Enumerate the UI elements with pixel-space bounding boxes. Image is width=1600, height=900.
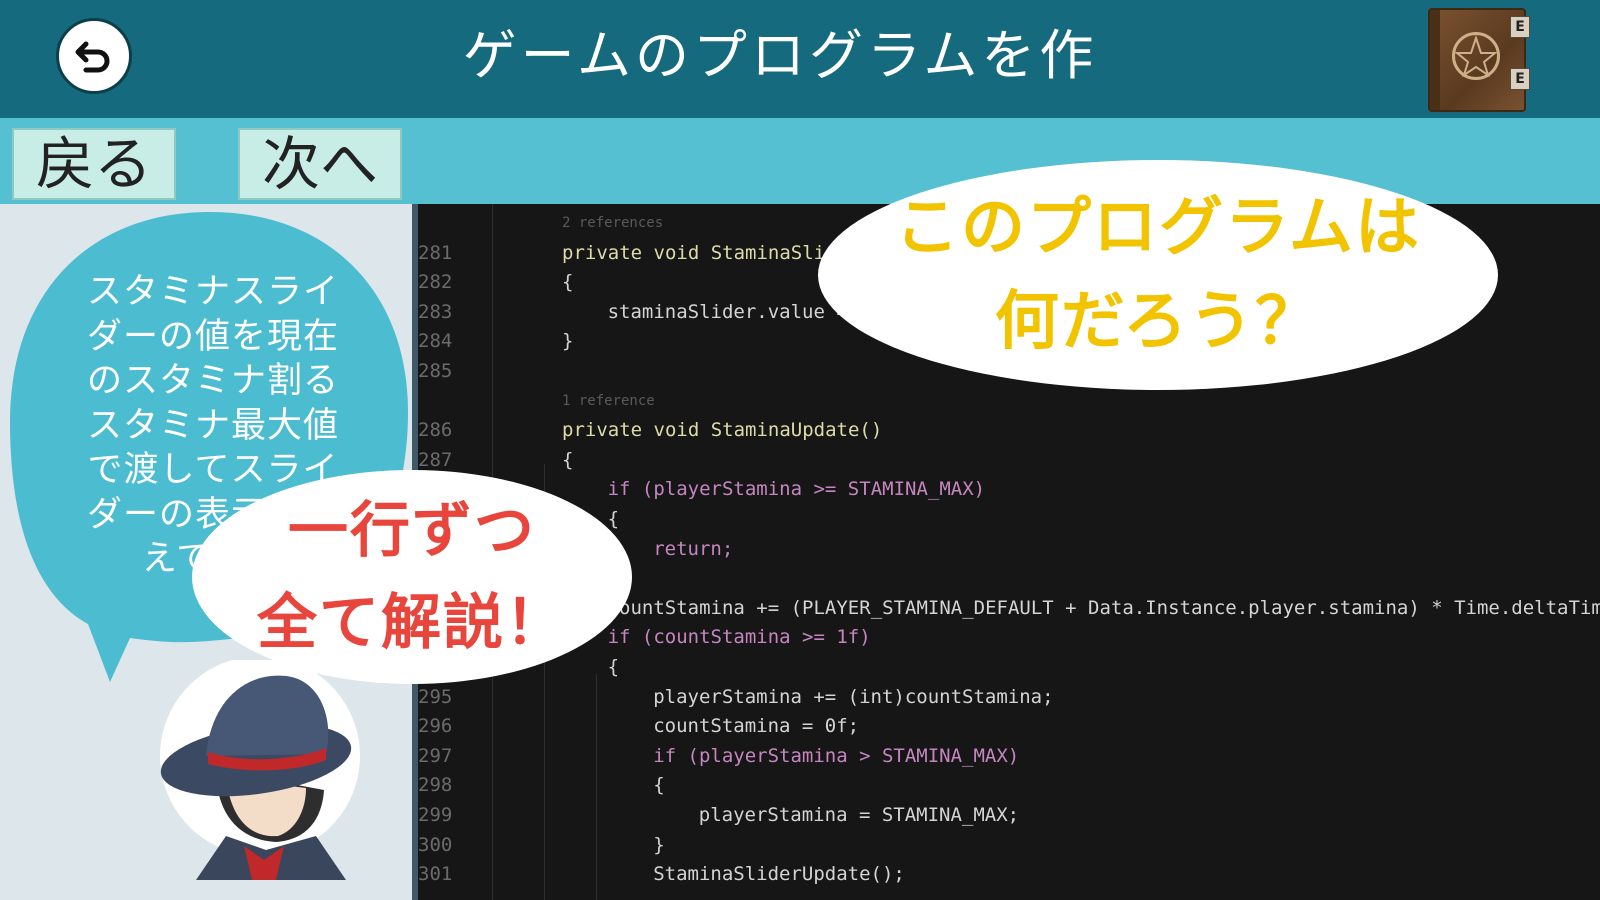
- code-text: {: [653, 774, 665, 797]
- explanation-line: スタミナ最大値: [86, 405, 339, 446]
- next-button[interactable]: 次へ: [238, 128, 402, 200]
- code-line: 286 private void StaminaUpdate(): [418, 415, 1600, 445]
- reference-count: 2 references: [562, 215, 664, 231]
- code-text: playerStamina += (int)countStamina;: [653, 685, 1054, 708]
- code-line: 288if (playerStamina >= STAMINA_MAX): [418, 474, 1600, 504]
- code-text: private void StaminaUpdate(): [562, 419, 883, 442]
- prev-button[interactable]: 戻る: [12, 128, 176, 200]
- code-text: {: [562, 448, 574, 471]
- code-line: 299 playerStamina = STAMINA_MAX;: [418, 800, 1600, 830]
- code-text: }: [562, 330, 574, 353]
- line-number: 297: [418, 744, 453, 767]
- line-number: 299: [418, 804, 453, 826]
- code-text: return;: [653, 537, 734, 560]
- code-text: if (playerStamina >= STAMINA_MAX): [607, 478, 986, 501]
- code-line: 298 {: [418, 770, 1600, 800]
- line-number: 284: [418, 330, 453, 353]
- book-tab: E: [1510, 68, 1530, 90]
- code-text: }: [653, 833, 665, 856]
- undo-arrow-icon: [75, 41, 110, 73]
- callout-line: 全て解説！: [257, 588, 567, 658]
- code-line: 297 if (playerStamina > STAMINA_MAX): [418, 741, 1600, 771]
- back-button[interactable]: [56, 18, 132, 94]
- app-header: ゲームのプログラムを作 E E: [0, 0, 1600, 118]
- code-text: playerStamina = STAMINA_MAX;: [698, 804, 1020, 826]
- book-spine: [1430, 10, 1440, 110]
- callout-line: 何だろう？: [994, 285, 1322, 359]
- explanation-line: スタミナスライ: [86, 272, 339, 312]
- book-tab: E: [1510, 16, 1530, 38]
- feature-callout: 一行ずつ 全て解説！: [192, 470, 632, 684]
- code-text: StaminaSliderUpdate();: [653, 863, 905, 886]
- pentagram-emblem-icon: [1452, 32, 1500, 80]
- line-number: 282: [418, 271, 453, 294]
- reference-count: 1 reference: [562, 392, 655, 409]
- code-line: 287{: [418, 445, 1600, 475]
- code-text: {: [562, 271, 574, 294]
- code-line: 301 StaminaSliderUpdate();: [418, 859, 1600, 889]
- explanation-line: のスタミナ割る: [86, 361, 339, 401]
- line-number: 300: [418, 833, 453, 856]
- line-number: 286: [418, 419, 453, 442]
- code-text: countStamina += (PLAYER_STAMINA_DEFAULT …: [607, 596, 1600, 619]
- callout-line: このプログラムは: [894, 191, 1422, 265]
- code-text: if (playerStamina > STAMINA_MAX): [653, 744, 1020, 767]
- code-text: countStamina = 0f;: [653, 715, 860, 738]
- code-text: if (countStamina >= 1f): [607, 626, 871, 649]
- line-number: 285: [418, 360, 453, 382]
- line-number: 283: [418, 300, 453, 323]
- line-number: 301: [418, 863, 453, 886]
- code-text: {: [607, 656, 620, 678]
- code-line: 296 countStamina = 0f;: [418, 711, 1600, 741]
- page-title: ゲームのプログラムを作: [462, 24, 1098, 87]
- line-number: 295: [418, 685, 453, 708]
- line-number: 296: [418, 715, 453, 738]
- line-number: 281: [418, 241, 453, 264]
- code-line: 294{: [418, 652, 1600, 682]
- code-line: 300}: [418, 830, 1600, 860]
- code-line: 295 playerStamina += (int)countStamina;: [418, 682, 1600, 712]
- detective-avatar: [160, 660, 360, 880]
- explanation-line: ダーの値を現在: [86, 316, 339, 357]
- question-callout: このプログラムは 何だろう？: [818, 160, 1498, 390]
- line-number: 298: [418, 774, 453, 797]
- callout-line: 一行ずつ: [288, 496, 536, 566]
- code-line: 1 reference: [418, 386, 1600, 416]
- spellbook-icon[interactable]: E E: [1428, 8, 1530, 112]
